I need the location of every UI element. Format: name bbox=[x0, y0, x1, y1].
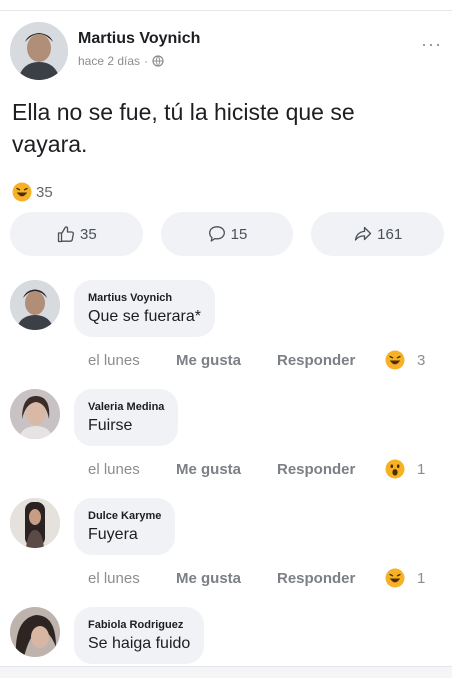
wow-reaction-icon[interactable] bbox=[385, 459, 405, 479]
comment-button[interactable]: 15 bbox=[160, 212, 294, 256]
comment-bubble: Dulce Karyme Fuyera bbox=[74, 498, 176, 555]
comment-bubble: Martius Voynich Que se fuerara* bbox=[74, 280, 215, 337]
bottom-input-strip bbox=[0, 666, 452, 678]
post-timestamp[interactable]: hace 2 días bbox=[78, 54, 140, 68]
meta-separator: · bbox=[144, 54, 149, 68]
comment-text: Que se fuerara* bbox=[88, 308, 201, 325]
comment: Dulce Karyme Fuyera el lunes Me gusta Re… bbox=[10, 498, 442, 588]
comment-text: Se haiga fuido bbox=[88, 635, 191, 652]
comment-reaction-count: 1 bbox=[417, 460, 426, 478]
comment: Fabiola Rodriguez Se haiga fuido bbox=[10, 607, 442, 667]
like-button[interactable]: 35 bbox=[10, 212, 143, 256]
share-button[interactable]: 161 bbox=[311, 212, 445, 256]
share-icon bbox=[355, 226, 372, 241]
commenter-avatar[interactable] bbox=[10, 389, 60, 439]
post-reactions[interactable]: 35 bbox=[12, 182, 53, 202]
post-header: Martius Voynich hace 2 días · ··· bbox=[10, 22, 442, 82]
more-options-icon[interactable]: ··· bbox=[421, 34, 442, 55]
comment-like-button[interactable]: Me gusta bbox=[176, 461, 277, 478]
comment-icon bbox=[208, 226, 225, 242]
comment-reply-button[interactable]: Responder bbox=[277, 352, 385, 369]
haha-reaction-icon[interactable] bbox=[385, 350, 405, 370]
top-divider bbox=[0, 10, 452, 11]
comment-actions: el lunes Me gusta Responder 1 bbox=[88, 568, 438, 588]
comment-author[interactable]: Valeria Medina bbox=[88, 399, 164, 415]
comment-reaction-count: 1 bbox=[417, 569, 426, 587]
post-meta: hace 2 días · bbox=[78, 54, 164, 68]
comment-count: 15 bbox=[230, 225, 248, 243]
commenter-avatar[interactable] bbox=[10, 280, 60, 330]
like-count: 35 bbox=[79, 225, 97, 243]
globe-icon bbox=[152, 55, 164, 67]
post-action-bar: 35 15 161 bbox=[10, 212, 445, 256]
reaction-count: 35 bbox=[36, 183, 53, 201]
author-avatar[interactable] bbox=[10, 22, 68, 80]
comment-author[interactable]: Fabiola Rodriguez bbox=[88, 617, 190, 633]
share-count: 161 bbox=[377, 225, 403, 243]
comment-text: Fuirse bbox=[88, 417, 133, 434]
post-text: Ella no se fue, tú la hiciste que se vay… bbox=[12, 99, 355, 157]
haha-reaction-icon bbox=[12, 182, 32, 202]
comment-author[interactable]: Martius Voynich bbox=[88, 290, 201, 306]
post-author-name[interactable]: Martius Voynich bbox=[78, 30, 200, 48]
comment-reply-button[interactable]: Responder bbox=[277, 570, 385, 587]
comment-like-button[interactable]: Me gusta bbox=[176, 352, 277, 369]
comment-reaction-count: 3 bbox=[417, 351, 426, 369]
comment-reply-button[interactable]: Responder bbox=[277, 461, 385, 478]
comment-author[interactable]: Dulce Karyme bbox=[88, 508, 161, 524]
commenter-avatar[interactable] bbox=[10, 607, 60, 657]
comment: Valeria Medina Fuirse el lunes Me gusta … bbox=[10, 389, 442, 479]
comment-text: Fuyera bbox=[88, 526, 138, 543]
comment-bubble: Fabiola Rodriguez Se haiga fuido bbox=[74, 607, 205, 664]
comment: Martius Voynich Que se fuerara* el lunes… bbox=[10, 280, 442, 370]
commenter-avatar[interactable] bbox=[10, 498, 60, 548]
comment-actions: el lunes Me gusta Responder 3 bbox=[88, 350, 438, 370]
comment-actions: el lunes Me gusta Responder 1 bbox=[88, 459, 438, 479]
haha-reaction-icon[interactable] bbox=[385, 568, 405, 588]
comment-time[interactable]: el lunes bbox=[88, 461, 176, 478]
thumbs-up-icon bbox=[57, 226, 74, 243]
comment-time[interactable]: el lunes bbox=[88, 570, 176, 587]
comment-like-button[interactable]: Me gusta bbox=[176, 570, 277, 587]
comment-time[interactable]: el lunes bbox=[88, 352, 176, 369]
comment-bubble: Valeria Medina Fuirse bbox=[74, 389, 179, 446]
